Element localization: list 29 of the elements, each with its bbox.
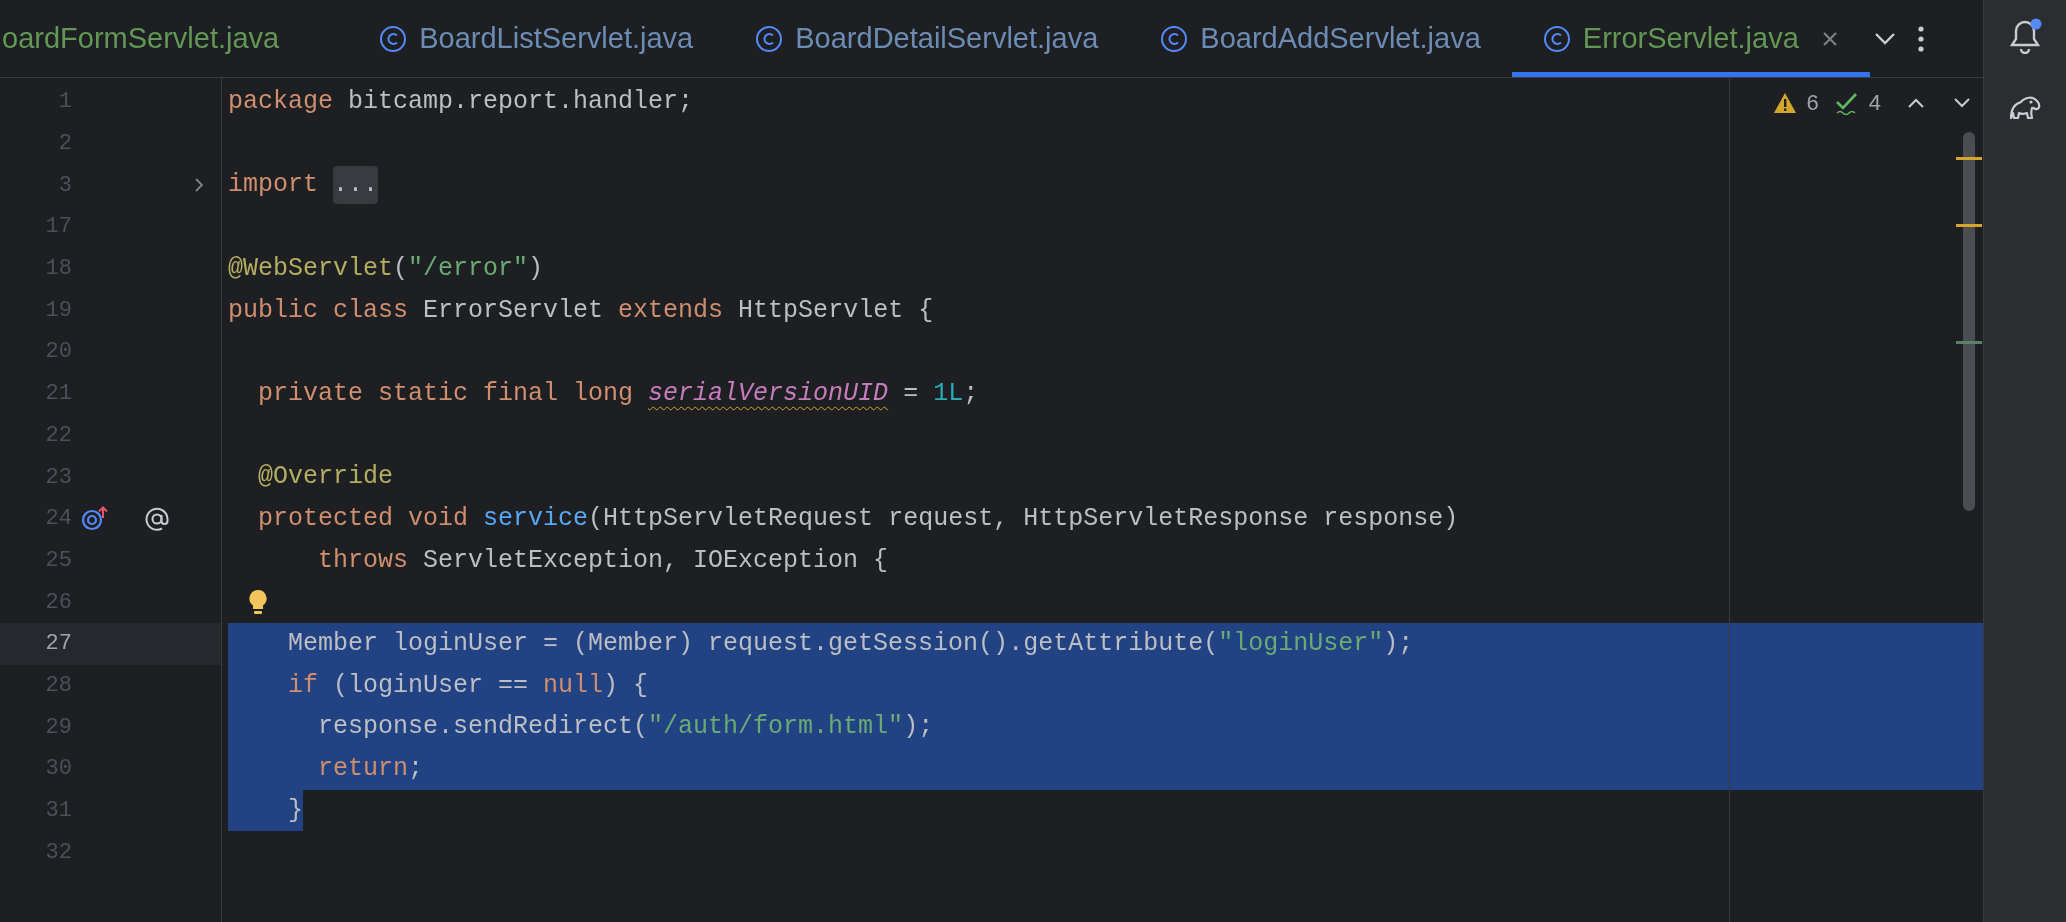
lightbulb-icon[interactable] <box>247 588 269 617</box>
inspection-widget[interactable]: 6 4 <box>1772 86 1971 119</box>
scrollbar-thumb[interactable] <box>1963 132 1975 511</box>
editor-tab[interactable]: BoardListServlet.java <box>348 0 725 77</box>
editor-tab[interactable]: oardFormServlet.java <box>0 0 349 77</box>
annotation-at-icon[interactable] <box>144 505 170 532</box>
warning-count: 6 <box>1806 89 1819 117</box>
editor-tab[interactable]: ErrorServlet.java <box>1511 0 1870 77</box>
code-line: package bitcamp.report.handler; <box>228 86 694 119</box>
weak-warning-count: 4 <box>1868 89 1881 117</box>
close-icon[interactable] <box>1820 29 1839 48</box>
notification-bell-icon[interactable] <box>2007 18 2043 54</box>
code-line: private static final long serialVersionUID = 1L; <box>257 377 979 410</box>
chevron-down-icon[interactable] <box>1873 31 1896 46</box>
chevron-up-icon[interactable] <box>1907 96 1925 109</box>
code-line: public class ErrorServlet extends HttpServlet { <box>228 294 934 327</box>
code-line: throws ServletException, IOException { <box>317 544 889 577</box>
code-line: import ... <box>228 164 379 207</box>
code-line: @WebServlet("/error") <box>228 252 544 285</box>
more-options-icon[interactable] <box>1917 25 1924 52</box>
code-line: protected void service(HttpServletRequest request, HttpServletResponse response) <box>257 502 1459 535</box>
override-method-icon[interactable] <box>81 505 109 532</box>
code-line: @Override <box>257 461 394 494</box>
editor-tab[interactable]: BoardDetailServlet.java <box>724 0 1130 77</box>
chevron-down-icon[interactable] <box>1953 96 1971 109</box>
fold-chevron-icon[interactable] <box>194 177 204 194</box>
warning-icon <box>1772 91 1797 114</box>
editor-tab[interactable]: BoardAddServlet.java <box>1129 0 1512 77</box>
line-number: 27 <box>44 630 72 659</box>
